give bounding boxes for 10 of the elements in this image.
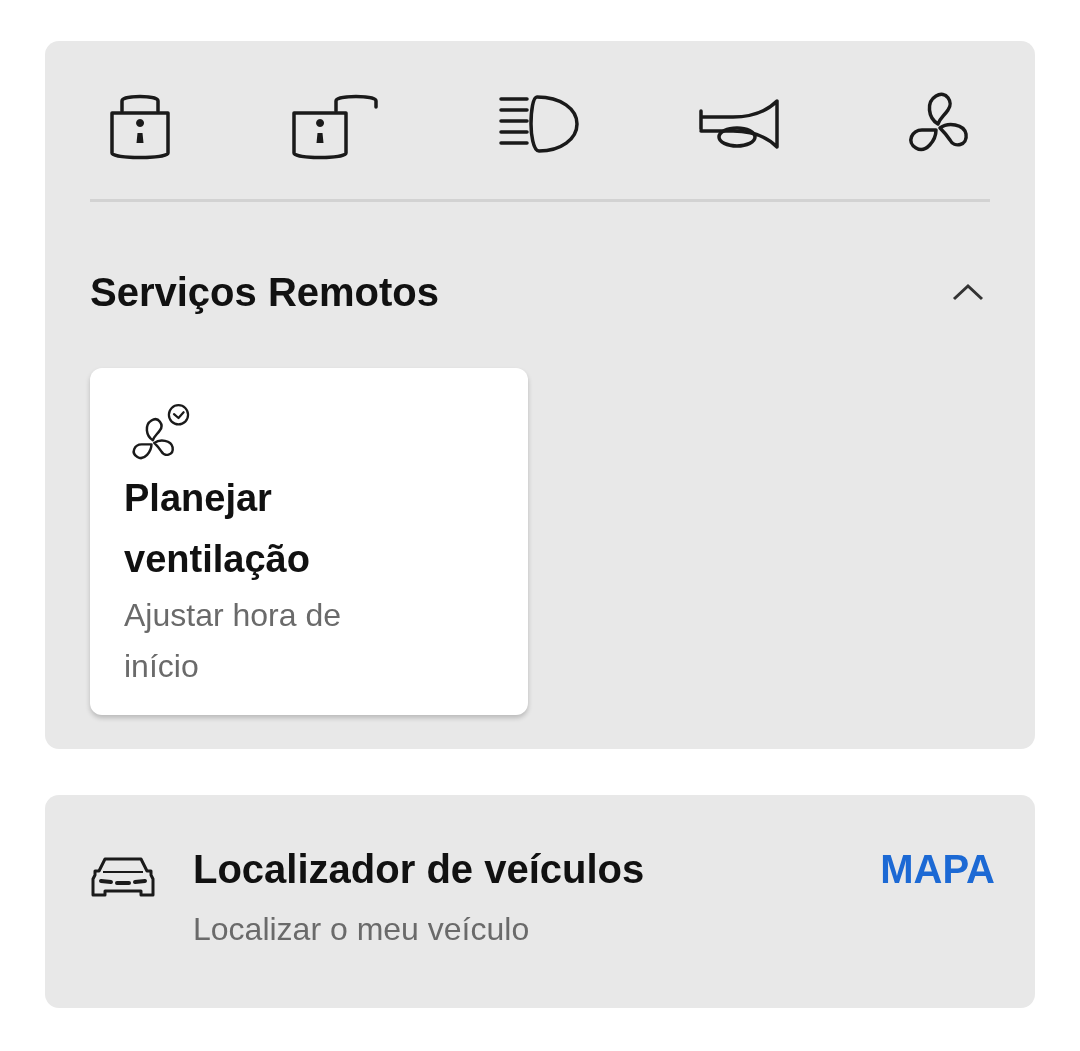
section-title: Serviços Remotos (90, 272, 440, 312)
service-tile[interactable]: Planejar ventilação Ajustar hora de início (90, 368, 528, 715)
collapse-button[interactable] (952, 283, 984, 301)
chevron-icon (952, 283, 984, 301)
finder-subtitle: Localizar o meu veículo (193, 913, 531, 945)
tile-title: Planejar ventilação (124, 476, 311, 582)
map-link[interactable]: MAPA (880, 849, 995, 889)
car-icon (91, 855, 155, 899)
finder-title: Localizador de veículos (193, 849, 646, 889)
tile-subtitle: Ajustar hora de início (124, 596, 342, 686)
